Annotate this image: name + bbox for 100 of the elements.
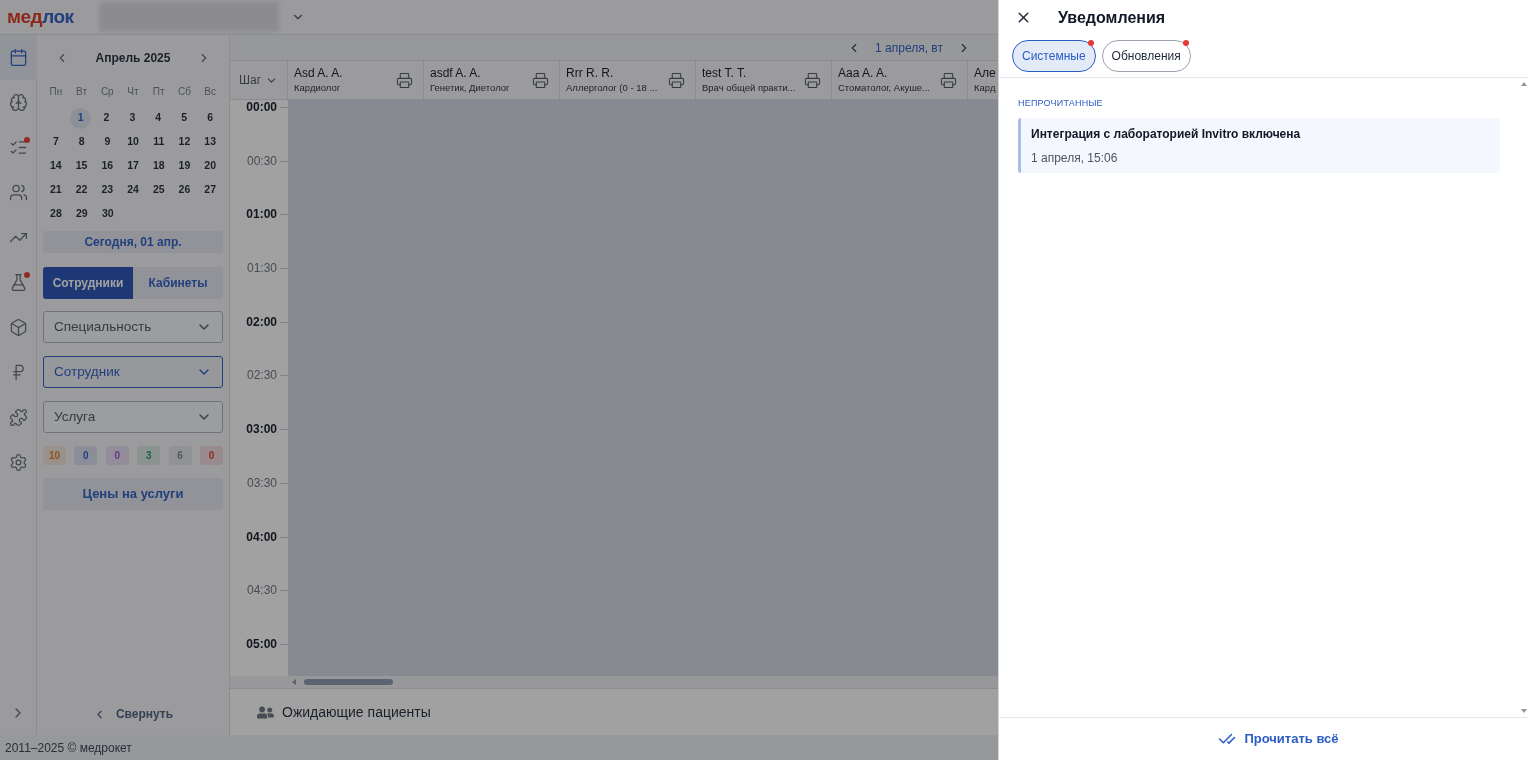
calendar-day[interactable]: 22 <box>71 179 93 201</box>
scroll-down-arrow-icon <box>1520 709 1527 713</box>
calendar-day[interactable]: 18 <box>148 155 170 177</box>
doctor-name: Але <box>974 66 996 81</box>
doctor-name: Asd A. A. <box>294 66 343 81</box>
calendar-day[interactable]: 15 <box>71 155 93 177</box>
view-tab[interactable]: Сотрудники <box>43 267 133 299</box>
calendar-day[interactable]: 10 <box>122 131 144 153</box>
printer-icon <box>940 71 957 89</box>
logo: медлок <box>7 4 74 29</box>
calendar-day[interactable]: 3 <box>121 107 143 129</box>
doctor-name: Aaa A. A. <box>838 66 889 81</box>
today-button[interactable]: Сегодня, 01 апр. <box>43 231 223 253</box>
box-icon <box>8 318 28 337</box>
time-label: 04:30 <box>246 583 278 598</box>
calendar-day[interactable]: 13 <box>199 131 221 153</box>
time-label: 05:00 <box>246 636 278 651</box>
month-title: Апрель 2025 <box>95 50 171 67</box>
calendar-day[interactable]: 8 <box>71 131 93 153</box>
calendar-day[interactable]: 7 <box>45 131 67 153</box>
time-label: 02:30 <box>246 368 278 383</box>
time-label: 04:00 <box>246 529 278 544</box>
weekday-label: Вт <box>75 85 88 99</box>
calendar-day[interactable]: 24 <box>122 179 144 201</box>
calendar-day[interactable]: 4 <box>147 107 169 129</box>
time-label: 03:00 <box>246 422 278 437</box>
prices-button[interactable]: Цены на услуги <box>43 478 223 510</box>
calendar-day[interactable]: 27 <box>199 179 221 201</box>
calendar-day[interactable]: 23 <box>96 179 118 201</box>
panel-title: Уведомления <box>1058 7 1166 28</box>
section-heading: НЕПРОЧИТАННЫЕ <box>1018 97 1104 110</box>
doctor-specialty: Аллерголог (0 - 18 ... <box>566 81 658 94</box>
calendar-day[interactable]: 9 <box>96 131 118 153</box>
calendar-day[interactable]: 25 <box>148 179 170 201</box>
notification-tab[interactable]: Системные <box>1012 40 1096 72</box>
notification-tab[interactable]: Обновления <box>1101 40 1191 72</box>
calendar-day[interactable]: 5 <box>173 107 195 129</box>
doctor-specialty: Кард <box>974 81 996 94</box>
nav-item[interactable] <box>0 35 37 80</box>
calendar-day[interactable]: 12 <box>173 131 195 153</box>
status-counter: 0 <box>74 446 98 465</box>
calendar-icon <box>8 48 28 67</box>
view-tab[interactable]: Кабинеты <box>133 267 223 299</box>
puzzle-icon <box>8 408 28 427</box>
copyright-text: 2011–2025 © медрокет <box>5 739 132 757</box>
time-label: 01:30 <box>246 261 278 276</box>
doctor-specialty: Кардиолог <box>294 81 342 94</box>
calendar-day[interactable]: 26 <box>173 179 195 201</box>
calendar-day[interactable]: 2 <box>96 107 117 129</box>
time-label: 02:00 <box>246 314 278 329</box>
calendar-day[interactable]: 14 <box>45 155 67 177</box>
collapse-button[interactable]: Свернуть <box>43 705 223 723</box>
checklist-icon <box>8 138 28 157</box>
settings-icon <box>8 453 28 472</box>
weekday-label: Пн <box>48 85 64 99</box>
calendar-day[interactable]: 6 <box>199 107 221 129</box>
printer-icon <box>668 71 685 89</box>
scrollbar-left-arrow-icon <box>292 679 296 685</box>
calendar-day[interactable]: 30 <box>97 203 119 225</box>
weekday-label: Чт <box>126 85 140 99</box>
dropdown-field[interactable]: Услуга <box>43 401 223 433</box>
printer-icon <box>804 71 821 89</box>
scrollbar-thumb[interactable] <box>304 679 393 685</box>
calendar-day[interactable]: 19 <box>173 155 195 177</box>
doctor-name: asdf A. A. <box>430 66 482 81</box>
doctor-name: Rrr R. R. <box>566 66 615 81</box>
weekday-label: Пт <box>151 85 166 99</box>
time-label: 00:30 <box>246 153 278 168</box>
calendar-day[interactable]: 1 <box>70 107 92 129</box>
users-icon <box>8 183 28 202</box>
notification-title: Интеграция с лабораторией Invitro включена <box>1031 125 1302 143</box>
printer-icon <box>396 71 413 89</box>
mark-all-read-button[interactable]: Прочитать всё <box>1188 729 1339 749</box>
status-counter: 10 <box>43 446 66 465</box>
current-date: 1 апреля, вт <box>875 39 943 57</box>
dropdown-field[interactable]: Специальность <box>43 311 223 343</box>
notification-card[interactable]: Интеграция с лабораторией Invitro включена 1 апреля, 15:06 <box>1018 117 1500 173</box>
calendar-day[interactable]: 17 <box>122 155 144 177</box>
calendar-day[interactable]: 20 <box>199 155 221 177</box>
weekday-label: Вс <box>203 85 217 99</box>
status-counter: 0 <box>105 446 129 465</box>
calendar-day[interactable]: 29 <box>71 203 93 225</box>
waiting-patients-label: Ожидающие пациенты <box>282 702 431 722</box>
time-label: 00:00 <box>246 100 278 114</box>
doctor-specialty: Стоматолог, Акуше... <box>838 81 930 94</box>
step-dropdown[interactable]: Шаг <box>230 61 288 99</box>
dropdown-field[interactable]: Сотрудник <box>43 356 223 388</box>
status-counter: 0 <box>199 446 223 465</box>
weekday-label: Сб <box>176 85 192 99</box>
doctor-specialty: Врач общей практи... <box>702 81 796 94</box>
notification-time: 1 апреля, 15:06 <box>1031 149 1119 167</box>
calendar-day[interactable]: 21 <box>45 179 67 201</box>
doctor-name: test T. T. <box>702 66 748 81</box>
status-counter: 6 <box>168 446 192 465</box>
calendar-day[interactable]: 16 <box>96 155 118 177</box>
weekday-label: Ср <box>99 85 115 99</box>
calendar-day[interactable]: 28 <box>45 203 67 225</box>
calendar-day[interactable]: 11 <box>148 131 170 153</box>
printer-icon <box>532 71 549 89</box>
doctor-specialty: Генетик, Диетолог <box>430 81 510 94</box>
